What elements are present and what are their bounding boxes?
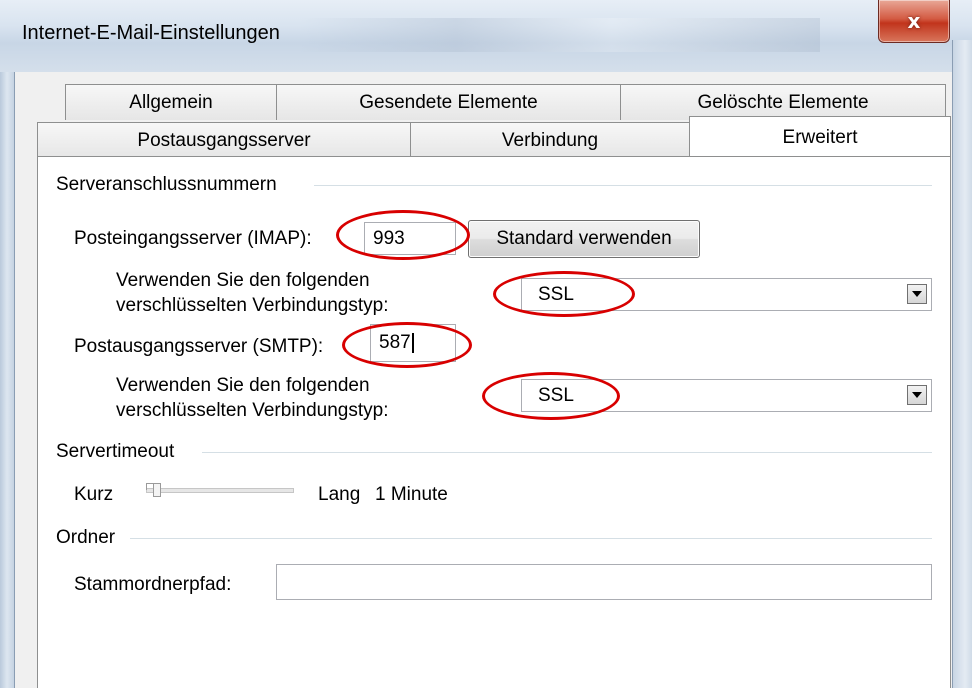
tab-gesendete-elemente[interactable]: Gesendete Elemente (276, 84, 621, 120)
root-folder-input[interactable] (276, 564, 932, 600)
window-frame-right (952, 40, 972, 688)
button-label: Standard verwenden (496, 228, 672, 249)
tab-label: Gesendete Elemente (359, 91, 538, 113)
window-frame-left (0, 72, 15, 688)
timeout-long-label: Lang (318, 484, 361, 505)
group-divider (314, 185, 932, 186)
close-icon: x (907, 9, 921, 33)
title-bar[interactable]: Internet-E-Mail-Einstellungen (0, 0, 972, 72)
root-folder-label: Stammordnerpfad: (74, 574, 232, 595)
imap-port-value: 993 (373, 227, 405, 249)
tab-allgemein[interactable]: Allgemein (65, 84, 277, 120)
imap-port-label: Posteingangsserver (IMAP): (74, 228, 312, 249)
smtp-port-input[interactable]: 587 (370, 324, 456, 362)
group-divider (130, 538, 932, 539)
chevron-down-icon[interactable] (907, 385, 927, 405)
settings-dialog: Internet-E-Mail-Einstellungen x Allgemei… (0, 0, 972, 688)
tab-geloeschte-elemente[interactable]: Gelöschte Elemente (620, 84, 946, 120)
encryption-label-imap-line2: verschlüsselten Verbindungstyp: (116, 295, 389, 316)
group-divider (202, 452, 932, 453)
encryption-value: SSL (538, 283, 574, 305)
chevron-down-icon[interactable] (907, 284, 927, 304)
smtp-port-value: 587 (379, 332, 411, 353)
encryption-label-imap-line1: Verwenden Sie den folgenden (116, 270, 370, 291)
encryption-type-select-imap[interactable]: SSL (521, 278, 932, 311)
window-title: Internet-E-Mail-Einstellungen (22, 22, 280, 44)
group-label-ports: Serveranschlussnummern (56, 174, 277, 195)
slider-thumb[interactable] (152, 483, 161, 497)
encryption-type-select-smtp[interactable]: SSL (521, 379, 932, 412)
group-label-timeout: Servertimeout (56, 441, 175, 462)
encryption-label-smtp-line1: Verwenden Sie den folgenden (116, 375, 370, 396)
text-cursor (411, 333, 414, 353)
tab-label: Postausgangsserver (137, 129, 311, 151)
encryption-value: SSL (538, 384, 574, 406)
tab-erweitert[interactable]: Erweitert (689, 116, 951, 156)
timeout-slider[interactable] (146, 488, 294, 493)
tab-verbindung[interactable]: Verbindung (410, 122, 690, 158)
close-button[interactable]: x (878, 0, 950, 43)
tab-label: Verbindung (501, 129, 599, 151)
imap-port-input[interactable]: 993 (364, 222, 456, 255)
encryption-label-smtp-line2: verschlüsselten Verbindungstyp: (116, 400, 389, 421)
tab-label: Gelöschte Elemente (697, 91, 869, 113)
group-label-folders: Ordner (56, 527, 116, 548)
timeout-short-label: Kurz (74, 484, 114, 505)
standard-verwenden-button[interactable]: Standard verwenden (468, 220, 700, 258)
tab-label: Allgemein (129, 91, 213, 113)
tab-postausgangsserver[interactable]: Postausgangsserver (37, 122, 411, 158)
timeout-value: 1 Minute (375, 484, 448, 505)
smtp-port-label: Postausgangsserver (SMTP): (74, 336, 324, 357)
tab-label: Erweitert (782, 127, 858, 148)
